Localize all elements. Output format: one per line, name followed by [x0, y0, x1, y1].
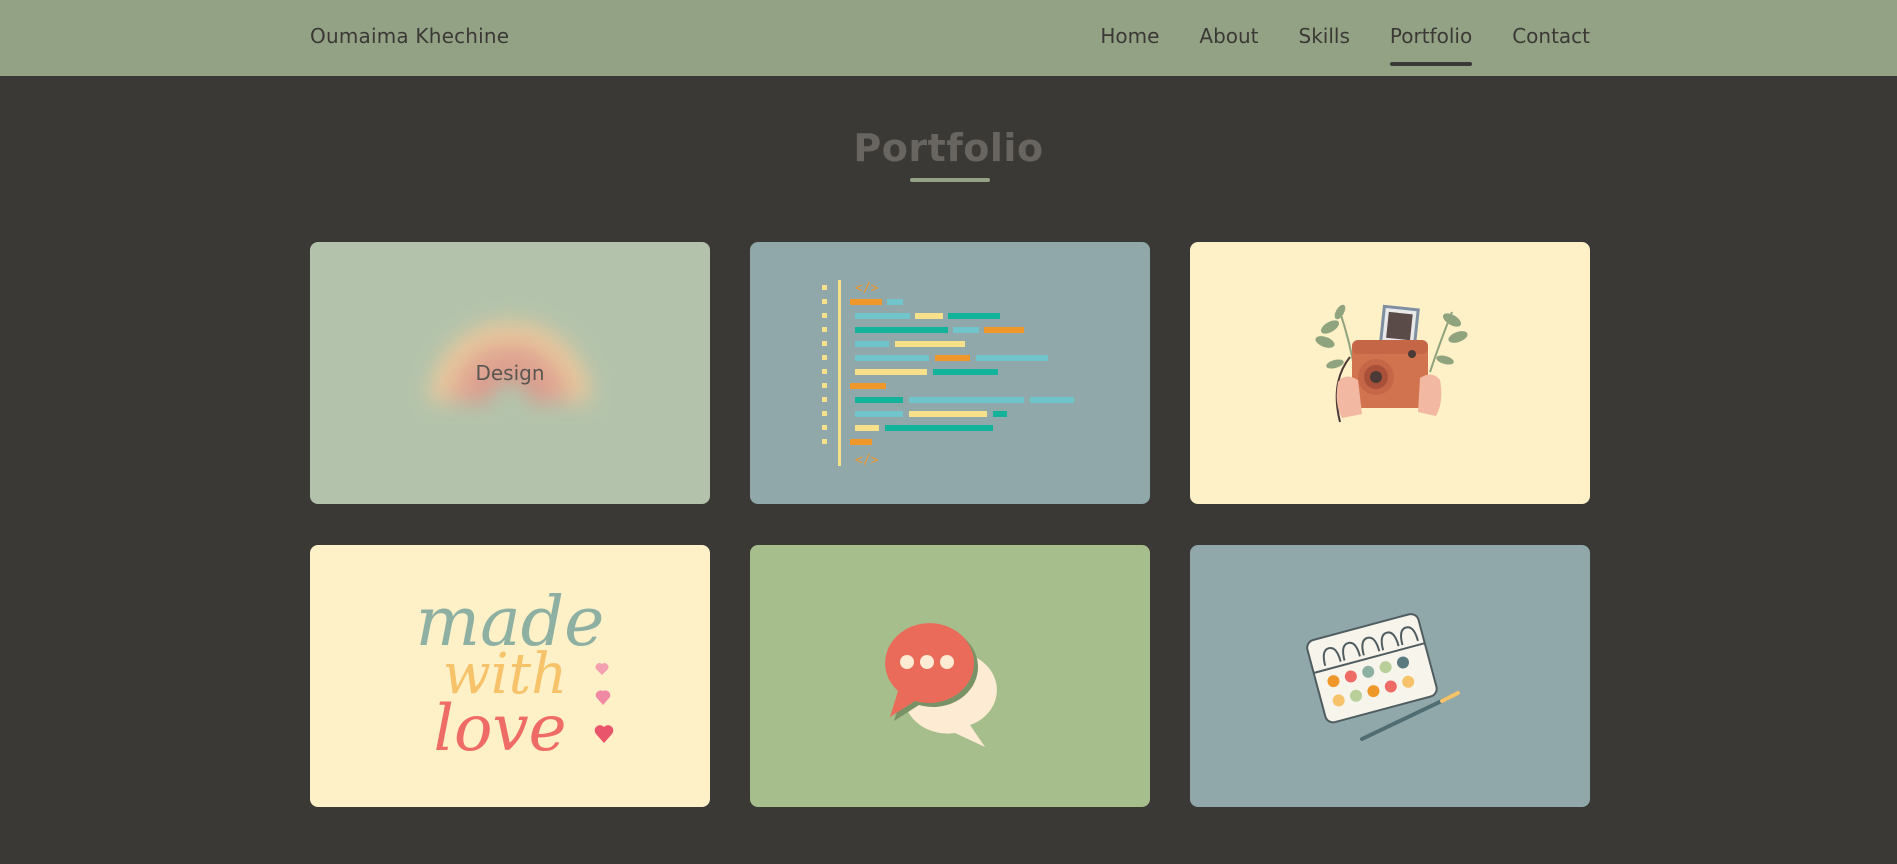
brand-name[interactable]: Oumaima Khechine [310, 24, 509, 48]
title-underline [910, 178, 990, 182]
code-icon: </> </> [750, 242, 1150, 504]
nav-link-home[interactable]: Home [1100, 24, 1159, 48]
camera-icon [1190, 242, 1590, 504]
nav-links: Home About Skills Portfolio Contact [1100, 24, 1590, 66]
svg-text:</>: </> [855, 453, 879, 468]
section-title: Portfolio [853, 126, 1044, 170]
nav-link-portfolio[interactable]: Portfolio [1389, 24, 1473, 66]
svg-text:love: love [433, 692, 566, 766]
chat-bubbles-icon [750, 545, 1150, 807]
card-label-design: Design [475, 361, 545, 385]
nav-link-contact[interactable]: Contact [1512, 24, 1590, 48]
nav-link-skills[interactable]: Skills [1299, 24, 1350, 48]
portfolio-card-painting[interactable] [1190, 545, 1590, 807]
portfolio-card-code[interactable]: </> </> [750, 242, 1150, 504]
portfolio-card-design[interactable]: Design [310, 242, 710, 504]
nav-link-about[interactable]: About [1199, 24, 1258, 48]
watercolor-palette-icon [1190, 545, 1590, 807]
portfolio-card-lettering[interactable]: made with love [310, 545, 710, 807]
portfolio-card-photography[interactable] [1190, 242, 1590, 504]
svg-text:</>: </> [855, 281, 879, 296]
navbar: Oumaima Khechine Home About Skills Portf… [0, 0, 1897, 76]
lettering-icon: made with love [310, 545, 710, 807]
portfolio-card-communication[interactable] [750, 545, 1150, 807]
